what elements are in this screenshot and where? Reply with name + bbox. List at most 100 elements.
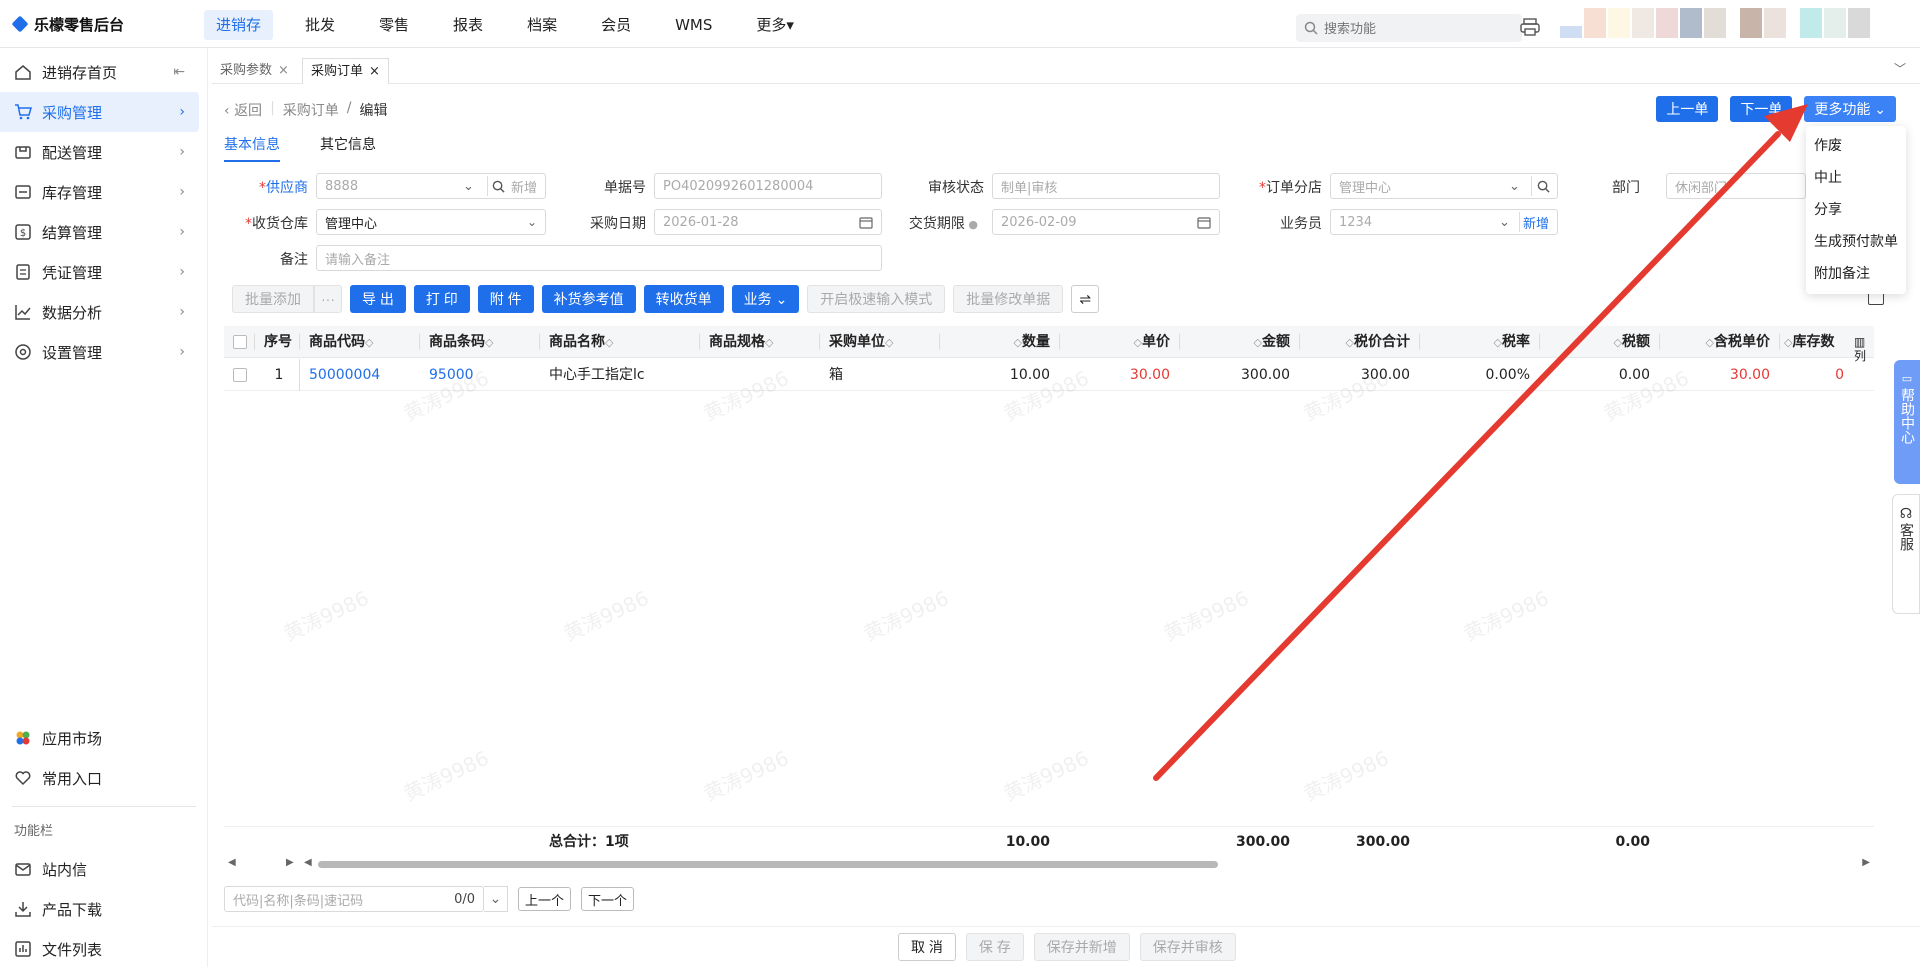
header-spec[interactable]: 商品规格◇	[709, 326, 819, 358]
prev-match-button[interactable]: 上一个	[518, 887, 572, 911]
header-total[interactable]: ◇税价合计	[1304, 326, 1410, 358]
search-box[interactable]	[1296, 14, 1522, 42]
nav-inventory[interactable]: 进销存	[204, 10, 274, 40]
next-match-button[interactable]: 下一个	[581, 887, 635, 911]
purchase-date-field[interactable]: 2026-01-28	[654, 209, 882, 235]
cell-barcode[interactable]: 95000	[429, 359, 539, 391]
print-icon[interactable]	[1520, 18, 1540, 36]
save-button[interactable]: 保 存	[965, 933, 1024, 961]
supplier-label[interactable]: *供应商	[228, 177, 308, 197]
scrollbar-thumb[interactable]	[318, 861, 1218, 868]
attachment-button[interactable]: 附 件	[477, 285, 534, 313]
chevron-down-icon[interactable]: ⌄	[484, 886, 508, 912]
nav-archive[interactable]: 档案	[515, 10, 569, 40]
delivery-date-field[interactable]: 2026-02-09	[992, 209, 1220, 235]
customer-service-button[interactable]: ☊ 客服	[1892, 494, 1920, 614]
info-icon[interactable]: ●	[965, 218, 978, 231]
tab-other-info[interactable]: 其它信息	[320, 134, 376, 162]
scroll-left-icon[interactable]: ◀	[228, 857, 236, 868]
nav-member[interactable]: 会员	[589, 10, 643, 40]
help-center-button[interactable]: ▭ 帮助中心	[1894, 360, 1920, 484]
tab-basic-info[interactable]: 基本信息	[224, 134, 280, 162]
header-qty[interactable]: ◇数量	[944, 326, 1050, 358]
sidebar-item-app-market[interactable]: 应用市场	[0, 718, 200, 758]
cell-tax-price[interactable]: 30.00	[1664, 359, 1770, 391]
search-icon[interactable]	[1537, 180, 1550, 193]
header-unit[interactable]: 采购单位◇	[829, 326, 939, 358]
row-search-input[interactable]: 代码|名称|条码|速记码 0/0	[224, 886, 484, 912]
branch-select[interactable]: 管理中心 ⌄	[1330, 173, 1558, 199]
remark-input[interactable]: 请输入备注	[316, 245, 882, 271]
scroll-right-icon[interactable]: ▶	[1862, 857, 1870, 868]
sidebar-item-settlement[interactable]: $ 结算管理 ›	[0, 212, 199, 252]
search-input[interactable]	[1324, 20, 1504, 36]
save-and-new-button[interactable]: 保存并新增	[1033, 933, 1130, 961]
sidebar-item-stock[interactable]: 库存管理 ›	[0, 172, 199, 212]
scroll-right-icon[interactable]: ▶	[286, 857, 294, 868]
supplier-new-button[interactable]: 新增	[511, 177, 537, 196]
nav-retail[interactable]: 零售	[367, 10, 421, 40]
sidebar-item-purchase[interactable]: 采购管理 ›	[0, 92, 199, 132]
sidebar-item-favorites[interactable]: 常用入口	[0, 758, 200, 798]
staff-new-button[interactable]: 新增	[1523, 213, 1549, 232]
header-price[interactable]: ◇单价	[1064, 326, 1170, 358]
nav-reports[interactable]: 报表	[441, 10, 495, 40]
sidebar-item-download[interactable]: 产品下载	[0, 889, 200, 929]
menu-item-suspend[interactable]: 中止	[1806, 162, 1906, 194]
more-functions-button[interactable]: 更多功能 ⌄	[1804, 96, 1896, 122]
column-filter-button[interactable]: ⇌	[1071, 285, 1100, 313]
table-row[interactable]: 1 50000004 95000 中心手工指定lc 箱 10.00 30.00 …	[224, 359, 1874, 391]
menu-item-void[interactable]: 作废	[1806, 130, 1906, 162]
next-order-button[interactable]: 下一单	[1730, 96, 1793, 122]
cell-price[interactable]: 30.00	[1064, 359, 1170, 391]
header-tax-price[interactable]: ◇含税单价	[1664, 326, 1770, 358]
sidebar-item-voucher[interactable]: 凭证管理 ›	[0, 252, 199, 292]
save-and-audit-button[interactable]: 保存并审核	[1139, 933, 1236, 961]
to-receipt-button[interactable]: 转收货单	[643, 285, 724, 313]
close-icon[interactable]: ×	[278, 63, 289, 78]
nav-wholesale[interactable]: 批发	[293, 10, 347, 40]
batch-add-more-button[interactable]: ···	[314, 285, 342, 313]
menu-item-prepayment[interactable]: 生成预付款单	[1806, 226, 1906, 258]
nav-wms[interactable]: WMS	[663, 10, 724, 40]
search-icon[interactable]	[492, 180, 505, 193]
scroll-left-icon[interactable]: ◀	[304, 857, 312, 868]
select-all-checkbox[interactable]	[233, 335, 247, 349]
header-code[interactable]: 商品代码◇	[309, 326, 419, 358]
tab-purchase-params[interactable]: 采购参数 ×	[212, 58, 297, 84]
sidebar-item-settings[interactable]: 设置管理 ›	[0, 332, 199, 372]
menu-item-share[interactable]: 分享	[1806, 194, 1906, 226]
header-tax-rate[interactable]: ◇税率	[1424, 326, 1530, 358]
supplier-select[interactable]: 8888 ⌄ 新增	[316, 173, 546, 199]
quick-input-button[interactable]: 开启极速输入模式	[807, 285, 946, 313]
back-link[interactable]: ‹ 返回	[224, 100, 262, 120]
prev-order-button[interactable]: 上一单	[1656, 96, 1719, 122]
row-checkbox[interactable]	[233, 368, 247, 382]
nav-more[interactable]: 更多▾	[744, 10, 806, 40]
batch-edit-button[interactable]: 批量修改单据	[953, 285, 1064, 313]
collapse-sidebar-icon[interactable]: ⇤	[173, 64, 185, 80]
cell-unit[interactable]: 箱	[829, 359, 939, 391]
cell-qty[interactable]: 10.00	[944, 359, 1050, 391]
sidebar-item-files[interactable]: 文件列表	[0, 929, 200, 967]
dept-select[interactable]: 休闲部门	[1666, 173, 1806, 199]
cancel-button[interactable]: 取 消	[898, 933, 956, 961]
app-logo[interactable]: 乐檬零售后台	[14, 14, 124, 35]
header-tax[interactable]: ◇税额	[1544, 326, 1650, 358]
business-button[interactable]: 业务 ⌄	[731, 285, 800, 313]
export-button[interactable]: 导 出	[350, 285, 406, 313]
header-amount[interactable]: ◇金额	[1184, 326, 1290, 358]
header-name[interactable]: 商品名称◇	[549, 326, 699, 358]
header-stock[interactable]: ◇库存数	[1784, 326, 1846, 358]
horizontal-scrollbar[interactable]: ◀ ▶ ◀ ▶	[224, 857, 1874, 871]
print-button[interactable]: 打 印	[413, 285, 470, 313]
replenish-ref-button[interactable]: 补货参考值	[541, 285, 636, 313]
header-barcode[interactable]: 商品条码◇	[429, 326, 539, 358]
sidebar-item-delivery[interactable]: 配送管理 ›	[0, 132, 199, 172]
sidebar-item-messages[interactable]: 站内信	[0, 849, 200, 889]
staff-select[interactable]: 1234 ⌄ 新增	[1330, 209, 1558, 235]
breadcrumb-parent[interactable]: 采购订单	[283, 100, 339, 120]
batch-add-button[interactable]: 批量添加	[232, 285, 314, 313]
tab-purchase-order[interactable]: 采购订单 ×	[302, 58, 389, 84]
user-area[interactable]	[1560, 8, 1870, 38]
